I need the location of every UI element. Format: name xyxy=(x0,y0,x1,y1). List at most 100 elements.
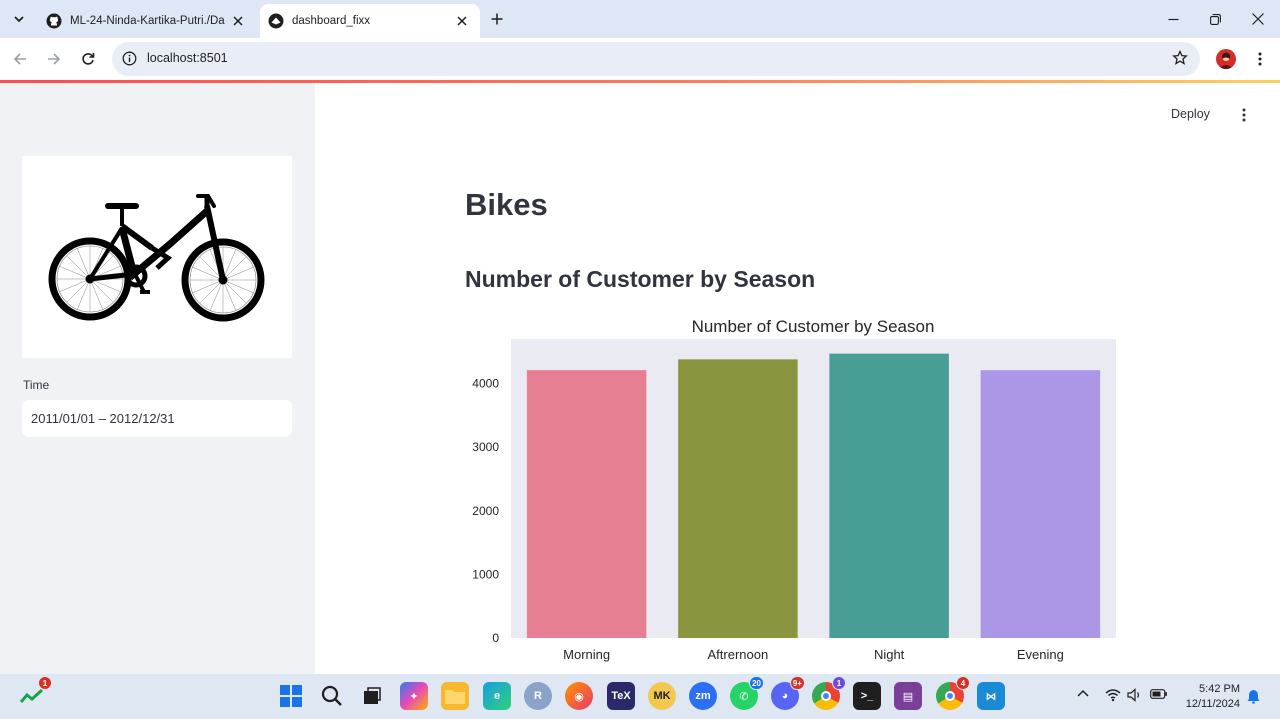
browser-tab-bar: ML-24-Ninda-Kartika-Putri./Da dashboard_… xyxy=(0,0,1280,38)
notification-badge: 4 xyxy=(956,676,970,690)
windows-taskbar: 1 ✦ e R ◉ TeX MK zm ✆ 20 ◕ 9+ 1 >_ ▤ 4 ⋈… xyxy=(0,674,1280,719)
site-info-icon[interactable] xyxy=(122,51,137,66)
edge-button[interactable]: e xyxy=(483,682,511,710)
bike-image xyxy=(22,156,292,358)
close-window-button[interactable] xyxy=(1241,6,1275,32)
x-tick-label: Evening xyxy=(1017,647,1064,662)
restore-button[interactable] xyxy=(1198,6,1232,32)
profile-avatar[interactable] xyxy=(1216,49,1236,69)
terminal-button[interactable]: >_ xyxy=(853,682,881,710)
archive-icon: ▤ xyxy=(902,690,914,703)
chart-title: Number of Customer by Season xyxy=(692,317,935,336)
copilot-button[interactable]: ✦ xyxy=(400,682,428,710)
r-icon: R xyxy=(534,690,542,702)
tex-icon: TeX xyxy=(611,690,631,702)
page-title: Bikes xyxy=(465,187,548,222)
chevron-up-icon[interactable] xyxy=(1077,688,1089,700)
tex-editor-button[interactable]: TeX xyxy=(607,682,635,710)
url-text: localhost:8501 xyxy=(147,51,228,65)
streamlit-icon xyxy=(268,13,284,29)
season-bar-chart: Number of Customer by Season 0 1000 2000 30… xyxy=(472,317,1116,662)
volume-icon[interactable] xyxy=(1127,688,1143,702)
vscode-button[interactable]: ⋈ xyxy=(977,682,1005,710)
y-tick-label: 2000 xyxy=(472,504,499,518)
back-button[interactable] xyxy=(8,47,32,71)
terminal-icon: >_ xyxy=(860,690,874,702)
more-vert-icon xyxy=(1242,108,1246,122)
search-icon xyxy=(321,685,342,706)
date-range-input[interactable]: 2011/01/01 – 2012/12/31 xyxy=(22,400,292,437)
x-tick-label: Aftrernoon xyxy=(708,647,769,662)
minimize-icon xyxy=(1168,18,1178,20)
restore-icon xyxy=(1209,13,1221,25)
notification-badge: 1 xyxy=(38,676,52,690)
edge-icon: e xyxy=(493,690,501,702)
start-button[interactable] xyxy=(277,682,305,710)
time-label: Time xyxy=(23,378,50,392)
close-tab-icon[interactable] xyxy=(230,13,246,29)
discord-icon: ◕ xyxy=(781,690,789,702)
reload-icon xyxy=(82,53,95,65)
battery-icon[interactable] xyxy=(1150,688,1168,700)
zoom-icon: zm xyxy=(695,690,711,702)
notification-badge: 9+ xyxy=(789,676,805,690)
minimize-button[interactable] xyxy=(1156,6,1190,32)
clock-time: 5:42 PM xyxy=(1199,683,1240,695)
discord-button[interactable]: ◕ 9+ xyxy=(771,676,805,710)
more-vert-icon xyxy=(1258,52,1262,66)
browser-menu-button[interactable] xyxy=(1250,48,1270,70)
notification-badge: 20 xyxy=(749,676,764,690)
r-app-button[interactable]: R xyxy=(524,682,552,710)
bar-night xyxy=(829,353,949,638)
address-bar[interactable]: localhost:8501 xyxy=(112,42,1200,76)
deploy-button[interactable]: Deploy xyxy=(1171,107,1210,121)
browser-toolbar: localhost:8501 xyxy=(0,38,1280,80)
tray-app-button[interactable]: 1 xyxy=(18,676,52,710)
plus-icon xyxy=(491,13,503,25)
chrome-profile-button[interactable]: 1 xyxy=(812,676,846,710)
tab-github[interactable]: ML-24-Ninda-Kartika-Putri./Da xyxy=(38,4,256,38)
copilot-icon: ✦ xyxy=(409,690,419,703)
whatsapp-button[interactable]: ✆ 20 xyxy=(730,676,764,710)
new-tab-button[interactable] xyxy=(486,8,508,30)
firefox-button[interactable]: ◉ xyxy=(565,682,593,710)
file-explorer-button[interactable] xyxy=(441,682,469,710)
wifi-icon[interactable] xyxy=(1105,688,1121,702)
stock-chart-icon xyxy=(20,688,44,703)
github-icon xyxy=(46,13,62,29)
notification-bell-icon[interactable] xyxy=(1247,689,1260,704)
app-menu-button[interactable] xyxy=(1235,105,1253,125)
x-tick-label: Morning xyxy=(563,647,610,662)
chrome-icon xyxy=(821,691,831,701)
tab-title: dashboard_fixx xyxy=(292,15,370,27)
tab-dashboard[interactable]: dashboard_fixx xyxy=(260,4,480,38)
close-tab-icon[interactable] xyxy=(454,13,470,29)
y-tick-label: 4000 xyxy=(472,377,499,391)
bookmark-star-icon[interactable] xyxy=(1172,50,1188,66)
main-content: Deploy Bikes Number of Customer by Seaso… xyxy=(315,83,1280,674)
reload-button[interactable] xyxy=(76,47,100,71)
y-tick-label: 1000 xyxy=(472,567,499,581)
firefox-icon: ◉ xyxy=(574,690,584,703)
miktex-button[interactable]: MK xyxy=(648,682,676,710)
arrow-right-icon xyxy=(48,53,61,65)
y-tick-label: 3000 xyxy=(472,440,499,454)
bicycle-icon xyxy=(48,194,265,322)
vscode-icon: ⋈ xyxy=(985,690,997,703)
zoom-button[interactable]: zm xyxy=(689,682,717,710)
close-icon xyxy=(1252,13,1264,25)
avatar-icon xyxy=(1219,52,1233,69)
miktex-icon: MK xyxy=(653,690,671,702)
folder-icon xyxy=(445,690,465,704)
tab-search-button[interactable] xyxy=(7,7,31,31)
system-clock[interactable]: 5:42 PM 12/11/2024 xyxy=(1180,682,1240,712)
task-view-button[interactable] xyxy=(358,682,386,710)
sidebar: Time 2011/01/01 – 2012/12/31 xyxy=(0,83,315,674)
winrar-button[interactable]: ▤ xyxy=(894,682,922,710)
forward-button[interactable] xyxy=(42,47,66,71)
search-button[interactable] xyxy=(318,682,346,710)
tab-title: ML-24-Ninda-Kartika-Putri./Da xyxy=(70,15,225,27)
arrow-left-icon xyxy=(13,53,26,65)
clock-date: 12/11/2024 xyxy=(1185,698,1240,710)
chrome-button[interactable]: 4 xyxy=(936,676,970,710)
